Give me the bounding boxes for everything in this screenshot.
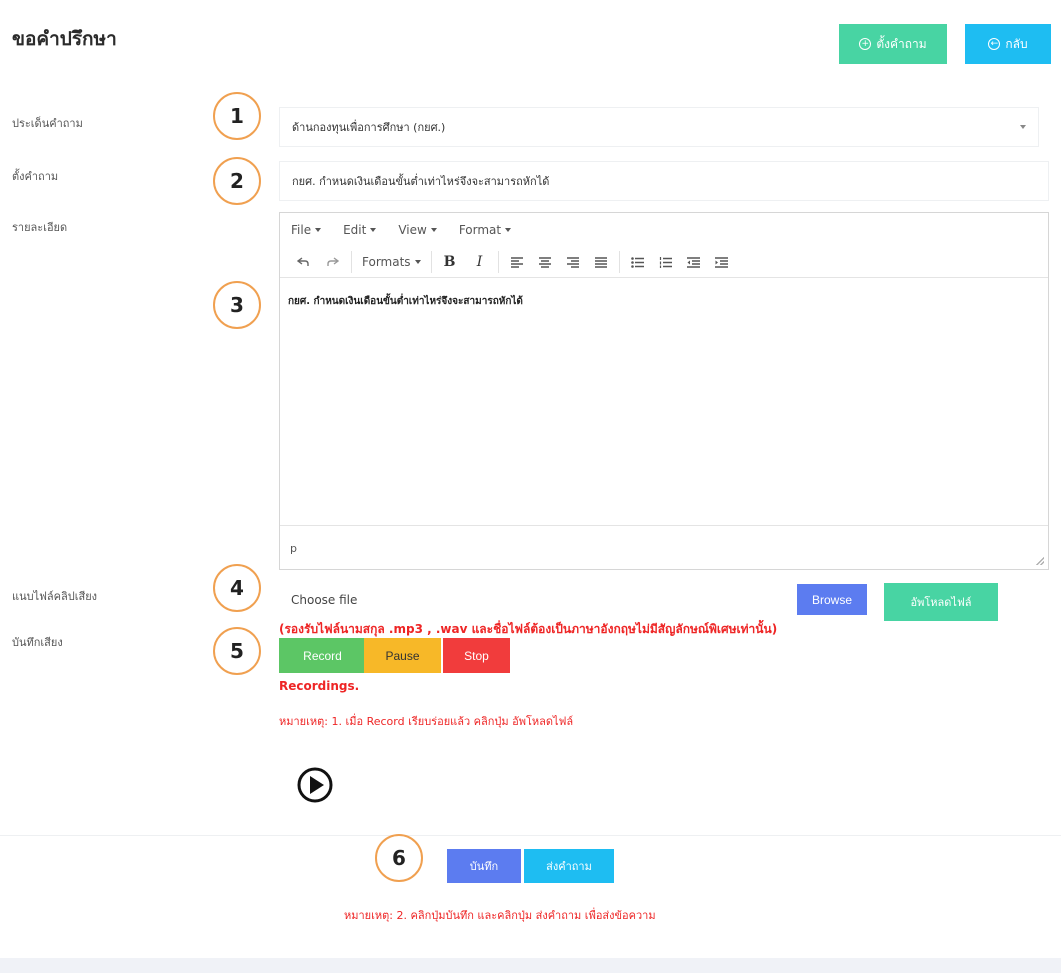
detail-label: รายละเอียด <box>12 221 68 234</box>
annotation-badge-4: 4 <box>213 564 261 612</box>
editor-content-area[interactable]: กยศ. กำหนดเงินเดือนขั้นต่ำเท่าไหร่จึงจะส… <box>280 277 1048 525</box>
record-note: หมายเหตุ: 1. เมื่อ Record เรียบร่อยแล้ว … <box>279 715 574 728</box>
pause-button[interactable]: Pause <box>364 638 441 673</box>
editor-content-text: กยศ. กำหนดเงินเดือนขั้นต่ำเท่าไหร่จึงจะส… <box>288 296 523 307</box>
resize-handle-icon[interactable] <box>1036 557 1044 565</box>
upload-file-button[interactable]: อัพโหลดไฟล์ <box>884 583 998 621</box>
send-question-button[interactable]: ส่งคำถาม <box>524 849 614 883</box>
formats-dropdown[interactable]: Formats <box>358 250 425 274</box>
back-label: กลับ <box>1005 36 1028 51</box>
menu-file-label: File <box>291 223 312 237</box>
menu-edit-label: Edit <box>343 223 367 237</box>
page-title: ขอคำปรึกษา <box>12 28 117 50</box>
browse-button[interactable]: Browse <box>797 584 867 615</box>
footer-note: หมายเหตุ: 2. คลิกปุ่มบันทึก และคลิกปุ่ม … <box>344 909 656 922</box>
question-input-value: กยศ. กำหนดเงินเดือนขั้นต่ำเท่าไหร่จึงจะส… <box>292 175 550 188</box>
numbered-list-icon[interactable] <box>654 250 678 274</box>
formats-label: Formats <box>362 255 411 269</box>
align-justify-icon[interactable] <box>589 250 613 274</box>
save-button[interactable]: บันทึก <box>447 849 521 883</box>
record-label: บันทึกเสียง <box>12 636 63 649</box>
ask-question-label: ตั้งคำถาม <box>876 36 927 51</box>
topic-label: ประเด็นคำถาม <box>12 117 83 130</box>
caret-down-icon <box>430 228 437 232</box>
annotation-badge-2: 2 <box>213 157 261 205</box>
record-button[interactable]: Record <box>279 638 366 673</box>
arrow-left-circle-icon: ← <box>988 38 1001 50</box>
recordings-label: Recordings. <box>279 679 360 693</box>
outdent-icon[interactable] <box>682 250 706 274</box>
caret-down-icon <box>315 228 322 232</box>
back-button[interactable]: ← กลับ <box>965 24 1051 64</box>
menu-view[interactable]: View <box>398 223 437 237</box>
bullet-list-icon[interactable] <box>626 250 650 274</box>
stop-button[interactable]: Stop <box>443 638 510 673</box>
choose-file-input[interactable]: Choose file <box>291 593 357 607</box>
attach-label: แนบไฟล์คลิปเสียง <box>12 590 98 603</box>
redo-icon[interactable] <box>321 250 345 274</box>
topic-selected-value: ด้านกองทุนเพื่อการศึกษา (กยศ.) <box>292 121 446 134</box>
caret-down-icon <box>414 260 421 264</box>
toolbar-divider <box>351 251 352 273</box>
align-left-icon[interactable] <box>505 250 529 274</box>
menu-format-label: Format <box>458 223 502 237</box>
menu-view-label: View <box>398 223 427 237</box>
toolbar-divider <box>497 251 499 273</box>
toolbar-divider <box>430 251 432 273</box>
menu-format[interactable]: Format <box>458 223 512 237</box>
caret-down-icon <box>370 228 377 232</box>
footer-divider <box>0 835 1061 836</box>
page-bottom-band <box>0 958 1061 973</box>
editor-statusbar: p <box>280 525 1048 569</box>
annotation-badge-3: 3 <box>213 281 261 329</box>
annotation-badge-6: 6 <box>375 834 423 882</box>
topic-select[interactable]: ด้านกองทุนเพื่อการศึกษา (กยศ.) <box>279 107 1039 147</box>
play-circle-icon[interactable] <box>297 767 333 807</box>
menu-file[interactable]: File <box>291 223 322 237</box>
caret-down-icon <box>505 228 512 232</box>
align-center-icon[interactable] <box>533 250 557 274</box>
question-input[interactable]: กยศ. กำหนดเงินเดือนขั้นต่ำเท่าไหร่จึงจะส… <box>279 161 1049 201</box>
bold-icon[interactable]: B <box>438 250 462 274</box>
plus-circle-icon: + <box>859 38 872 50</box>
undo-icon[interactable] <box>291 250 315 274</box>
editor-toolbar: Formats B I <box>280 247 1048 277</box>
editor-status-path[interactable]: p <box>290 542 297 555</box>
ask-question-button[interactable]: + ตั้งคำถาม <box>839 24 947 64</box>
toolbar-divider <box>618 251 620 273</box>
annotation-badge-5: 5 <box>213 627 261 675</box>
indent-icon[interactable] <box>710 250 734 274</box>
menu-edit[interactable]: Edit <box>343 223 377 237</box>
editor-menubar: File Edit View Format <box>280 213 1048 247</box>
chevron-down-icon <box>1020 125 1026 129</box>
italic-icon[interactable]: I <box>468 250 492 274</box>
annotation-badge-1: 1 <box>213 92 261 140</box>
detail-editor: File Edit View Format Formats B I กยศ. ก… <box>279 212 1049 570</box>
file-format-warning: (รองรับไฟล์นามสกุล .mp3 , .wav และชื่อไฟ… <box>279 622 778 636</box>
align-right-icon[interactable] <box>561 250 585 274</box>
question-label: ตั้งคำถาม <box>12 170 59 183</box>
